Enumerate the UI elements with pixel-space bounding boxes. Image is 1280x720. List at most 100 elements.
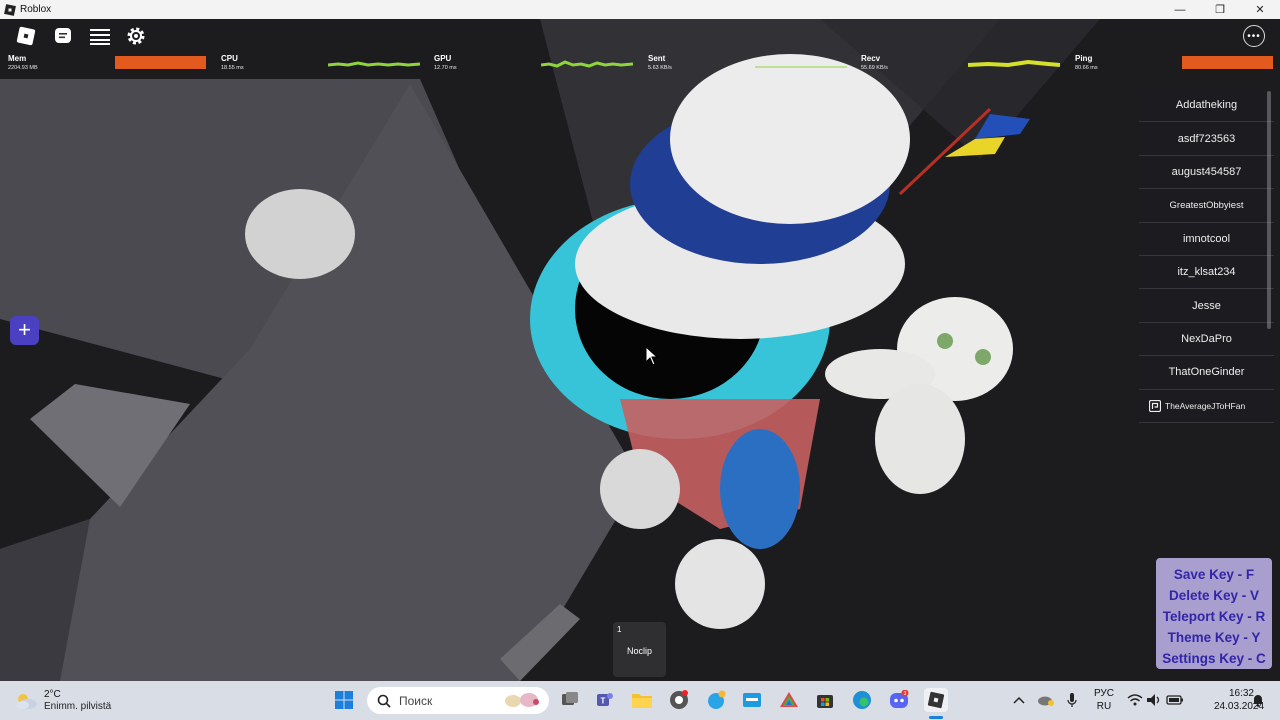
show-hidden-icons-button[interactable] [1008, 689, 1030, 711]
notifications-button[interactable] [1251, 689, 1265, 711]
chat-button[interactable] [50, 23, 76, 49]
volume-tray[interactable] [1143, 689, 1165, 711]
player-name: itz_klsat234 [1177, 266, 1236, 279]
edge-icon [853, 691, 871, 709]
premium-icon [1149, 399, 1161, 412]
game-viewport[interactable]: ••• Mem 2204.93 MB CPU 18.55 ms GPU 12.7… [0, 19, 1280, 681]
player-entry[interactable]: GreatestObbyiest [1139, 189, 1274, 223]
stat-ping: Ping 80.66 ms [1075, 54, 1098, 72]
teleport-key-label: Teleport Key - R [1162, 609, 1266, 624]
active-app-indicator [929, 716, 943, 719]
app-blue[interactable] [741, 689, 763, 711]
search-highlight-icon [505, 693, 539, 707]
teams-icon: T [597, 693, 613, 706]
speaker-icon [1147, 694, 1160, 706]
settings-button[interactable] [123, 23, 149, 49]
taskbar: 2°C Enimm. pilvistä Поиск T 3 РУС RU 16:… [0, 681, 1280, 720]
microsoft-store-app[interactable] [814, 689, 836, 711]
edge-app[interactable] [851, 689, 873, 711]
stat-value: 18.55 ms [221, 65, 244, 71]
ping-bar [1182, 56, 1273, 69]
battery-tray[interactable] [1164, 689, 1186, 711]
chrome-app[interactable] [668, 689, 690, 711]
player-entry[interactable]: Jesse [1139, 289, 1274, 323]
delete-key-label: Delete Key - V [1168, 588, 1260, 603]
onedrive-tray[interactable] [1035, 689, 1057, 711]
settings-icon [127, 27, 145, 45]
task-view-icon [562, 692, 578, 705]
close-icon: ✕ [1255, 4, 1265, 16]
performance-stats: Mem 2204.93 MB CPU 18.55 ms GPU 12.70 ms… [0, 54, 1280, 74]
stat-label: Recv [861, 54, 881, 63]
player-entry[interactable]: august454587 [1139, 155, 1274, 190]
roblox-menu-button[interactable] [13, 23, 39, 49]
stat-label: Mem [8, 54, 27, 63]
roblox-taskbar-app[interactable] [924, 688, 948, 712]
window-title: Roblox [20, 4, 52, 15]
language-top: РУС [1093, 688, 1115, 699]
file-explorer-app[interactable] [631, 689, 653, 711]
stat-label: CPU [221, 54, 238, 63]
player-name: ThatOneGinder [1168, 366, 1245, 379]
discord-icon: 3 [890, 690, 909, 708]
leaderboard-button[interactable] [87, 23, 113, 49]
app-globe[interactable] [705, 689, 727, 711]
close-button[interactable]: ✕ [1240, 0, 1280, 19]
player-entry[interactable]: asdf723563 [1139, 122, 1274, 156]
taskbar-clock[interactable]: 16:32 24.03.2024 [1214, 687, 1264, 713]
stat-cpu: CPU 18.55 ms [221, 54, 244, 72]
more-options-button[interactable]: ••• [1243, 25, 1265, 47]
teams-app[interactable]: T [594, 689, 616, 711]
bell-icon [1253, 695, 1263, 707]
player-entry[interactable]: NexDaPro [1139, 322, 1274, 357]
svg-text:T: T [601, 697, 606, 706]
folder-icon [632, 694, 652, 708]
wifi-icon [1127, 694, 1143, 706]
stat-value: 5.63 KB/s [648, 65, 672, 71]
player-entry[interactable]: itz_klsat234 [1139, 255, 1274, 290]
theme-key-label: Theme Key - Y [1167, 630, 1261, 645]
game-topbar: ••• [0, 19, 1280, 52]
mem-bar [115, 56, 206, 69]
player-name: Addatheking [1175, 99, 1238, 112]
mouse-cursor-icon [645, 346, 659, 366]
microphone-icon [1067, 693, 1077, 707]
player-list: Addatheking asdf723563 august454587 Grea… [1139, 89, 1274, 423]
stat-recv: Recv 55.69 KB/s [861, 54, 888, 72]
player-entry[interactable]: Addatheking [1139, 89, 1274, 123]
app-blue-icon [743, 693, 761, 707]
restore-button[interactable]: ❐ [1200, 0, 1240, 19]
stat-mem: Mem 2204.93 MB [8, 54, 38, 72]
app-triangle[interactable] [778, 689, 800, 711]
player-name: asdf723563 [1177, 132, 1236, 145]
noclip-button[interactable]: 1 Noclip [613, 622, 666, 677]
player-entry[interactable]: ThatOneGinder [1139, 356, 1274, 390]
restore-icon: ❐ [1215, 4, 1225, 16]
player-entry[interactable]: imnotcool [1139, 222, 1274, 256]
add-button[interactable]: + [10, 316, 39, 345]
player-name: Jesse [1192, 299, 1221, 312]
save-key-label: Save Key - F [1173, 567, 1255, 582]
player-entry[interactable]: TheAverageJToHFan [1139, 389, 1274, 423]
microphone-tray[interactable] [1061, 689, 1083, 711]
stat-value: 2204.93 MB [8, 65, 38, 71]
discord-app[interactable]: 3 [888, 689, 910, 711]
roblox-taskbar-icon [927, 691, 945, 709]
recv-graph [968, 59, 1060, 68]
stat-label: GPU [434, 54, 452, 63]
player-list-scrollbar[interactable] [1267, 91, 1271, 329]
stat-label: Ping [1075, 54, 1093, 63]
language-indicator[interactable]: РУС RU [1092, 687, 1116, 713]
start-button[interactable] [333, 689, 355, 711]
stat-value: 55.69 KB/s [861, 65, 888, 71]
triangle-app-icon [780, 692, 798, 707]
search-placeholder: Поиск [399, 693, 433, 708]
cpu-graph [328, 61, 420, 67]
player-name: TheAverageJToHFan [1165, 400, 1246, 411]
hotbar-slot-number: 1 [617, 625, 622, 634]
task-view-button[interactable] [559, 689, 581, 711]
minimize-button[interactable]: — [1160, 0, 1200, 19]
roblox-app-icon [4, 3, 16, 16]
menu-icon [90, 29, 110, 45]
taskbar-search-input[interactable]: Поиск [367, 687, 549, 714]
